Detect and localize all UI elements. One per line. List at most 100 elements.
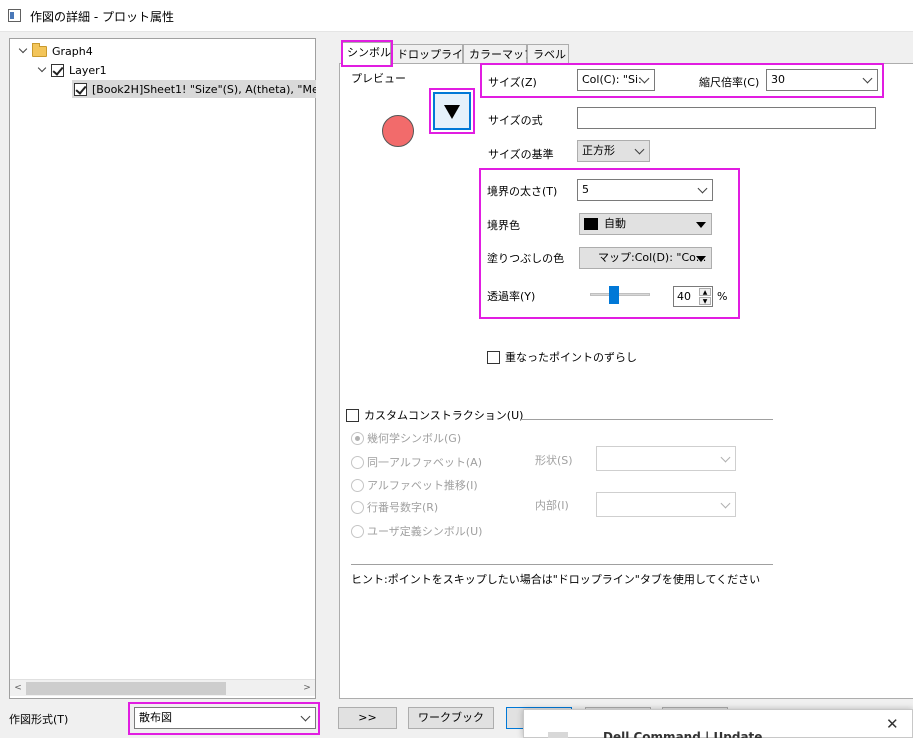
size-basis-value: 正方形	[582, 144, 615, 157]
spin-up-icon[interactable]: ▲	[699, 288, 711, 296]
notification-popup[interactable]: Dell Command | Update ✕	[523, 709, 913, 738]
size-combo-value: Col(C): "Si:	[582, 73, 642, 86]
radio-dot	[351, 524, 364, 538]
transparency-slider-thumb[interactable]	[609, 286, 619, 304]
tree-node-plot[interactable]: [Book2H]Sheet1! "Size"(S), A(theta), "Me…	[72, 80, 316, 98]
custom-construction-option[interactable]: カスタムコンストラクション(U)	[346, 407, 523, 423]
plot-type-combo[interactable]: 散布図	[134, 707, 316, 729]
fill-color-label: 塗りつぶしの色	[487, 252, 565, 265]
size-combo[interactable]: Col(C): "Si:	[577, 69, 655, 91]
fill-color-value: マップ:Col(D): "Co...	[598, 251, 707, 264]
chevron-down-icon	[697, 183, 708, 194]
custom-separator	[521, 419, 773, 420]
overlap-offset-option[interactable]: 重なったポイントのずらし	[487, 349, 637, 365]
spin-down-icon[interactable]: ▼	[699, 297, 711, 305]
tab-dropline[interactable]: ドロップライン	[391, 44, 474, 64]
overlap-offset-checkbox[interactable]	[487, 350, 500, 364]
custom-construction-label: カスタムコンストラクション(U)	[364, 409, 524, 422]
expand-chevron-icon[interactable]	[37, 65, 47, 75]
chevron-down-icon	[720, 498, 731, 509]
scroll-left-icon[interactable]: <	[10, 680, 26, 697]
title-bar: 作図の詳細 - プロット属性	[0, 0, 913, 32]
custom-construction-checkbox[interactable]	[346, 408, 359, 422]
tab-highlight-box	[341, 40, 393, 67]
window-title: 作図の詳細 - プロット属性	[30, 10, 174, 24]
tree-node-graph[interactable]: Graph4	[18, 42, 93, 60]
chevron-down-icon	[720, 452, 731, 463]
size-label: サイズ(Z)	[488, 76, 537, 89]
edge-color-dropdown[interactable]: 自動	[579, 213, 712, 235]
edge-width-label: 境界の太さ(T)	[487, 185, 558, 198]
expand-button[interactable]: >>	[338, 707, 397, 729]
tree-node-layer-label: Layer1	[69, 63, 107, 77]
scale-factor-label: 縮尺倍率(C)	[699, 76, 760, 89]
radio-same-letter[interactable]: 同一アルファベット(A)	[351, 454, 482, 470]
hint-text: ヒント:ポイントをスキップしたい場合は"ドロップライン"タブを使用してください	[351, 573, 761, 586]
plot-type-value: 散布図	[139, 711, 172, 724]
popup-title: Dell Command | Update	[603, 730, 763, 738]
scroll-right-icon[interactable]: >	[299, 680, 315, 697]
radio-letter-increment[interactable]: アルファベット推移(I)	[351, 477, 478, 493]
radio-dot	[351, 431, 364, 445]
hint-separator	[351, 564, 773, 565]
transparency-spinner[interactable]: 40 ▲ ▼	[673, 286, 713, 307]
plot-checkbox[interactable]	[74, 82, 87, 96]
color-swatch-black	[584, 218, 598, 230]
size-formula-input[interactable]	[577, 107, 876, 129]
tree-node-plot-label: [Book2H]Sheet1! "Size"(S), A(theta), "Me…	[92, 82, 316, 96]
tree-node-layer[interactable]: Layer1	[37, 61, 107, 79]
size-formula-label: サイズの式	[488, 114, 543, 127]
app-icon	[8, 9, 21, 22]
tree-horizontal-scrollbar[interactable]: < >	[10, 679, 315, 696]
radio-user-defined[interactable]: ユーザ定義シンボル(U)	[351, 523, 482, 539]
fill-color-dropdown[interactable]: マップ:Col(D): "Co...	[579, 247, 712, 269]
shape-label: 形状(S)	[535, 454, 573, 467]
plot-tree[interactable]: Graph4 Layer1 [Book2H]Sheet1! "Size"(S),…	[9, 38, 316, 699]
tab-colormap[interactable]: カラーマップ	[463, 44, 535, 64]
triangle-down-symbol-icon	[444, 105, 460, 119]
scrollbar-thumb[interactable]	[26, 682, 226, 695]
radio-row-number[interactable]: 行番号数字(R)	[351, 499, 438, 515]
folder-open-icon	[32, 42, 47, 57]
edge-color-value: 自動	[604, 217, 626, 230]
radio-label: アルファベット推移(I)	[367, 479, 478, 492]
radio-dot	[351, 500, 364, 514]
chevron-down-icon	[300, 711, 311, 722]
symbol-picker-button[interactable]	[433, 92, 471, 130]
radio-geometric-symbol[interactable]: 幾何学シンボル(G)	[351, 430, 461, 446]
plot-type-label: 作図形式(T)	[9, 713, 69, 726]
transparency-value: 40	[677, 290, 691, 303]
transparency-unit: %	[717, 290, 728, 303]
scale-factor-value: 30	[771, 73, 785, 86]
shape-combo[interactable]	[596, 446, 736, 471]
transparency-slider-track[interactable]	[590, 293, 650, 296]
scale-factor-combo[interactable]: 30	[766, 69, 878, 91]
radio-dot	[351, 455, 364, 469]
radio-dot	[351, 478, 364, 492]
radio-label: 幾何学シンボル(G)	[367, 432, 462, 445]
layer-checkbox[interactable]	[51, 63, 64, 77]
chevron-down-icon	[634, 144, 645, 155]
preview-label: プレビュー	[351, 72, 406, 85]
size-basis-label: サイズの基準	[488, 148, 554, 161]
radio-label: 行番号数字(R)	[367, 501, 439, 514]
preview-symbol	[382, 115, 414, 147]
expand-chevron-icon[interactable]	[18, 46, 28, 56]
workbook-button[interactable]: ワークブック	[408, 707, 494, 729]
interior-combo[interactable]	[596, 492, 736, 517]
size-basis-combo[interactable]: 正方形	[577, 140, 650, 162]
interior-label: 内部(I)	[535, 499, 569, 512]
chevron-down-icon	[862, 73, 873, 84]
edge-color-label: 境界色	[487, 219, 520, 232]
edge-width-value: 5	[582, 183, 589, 196]
overlap-offset-label: 重なったポイントのずらし	[505, 351, 637, 364]
radio-label: 同一アルファベット(A)	[367, 456, 482, 469]
tree-node-graph-label: Graph4	[52, 44, 93, 58]
popup-close-icon[interactable]: ✕	[886, 715, 899, 733]
radio-label: ユーザ定義シンボル(U)	[367, 525, 483, 538]
tab-label[interactable]: ラベル	[527, 44, 569, 64]
transparency-label: 透過率(Y)	[487, 290, 536, 303]
edge-width-combo[interactable]: 5	[577, 179, 713, 201]
dell-app-icon	[548, 732, 568, 738]
triangle-down-icon	[696, 222, 706, 228]
